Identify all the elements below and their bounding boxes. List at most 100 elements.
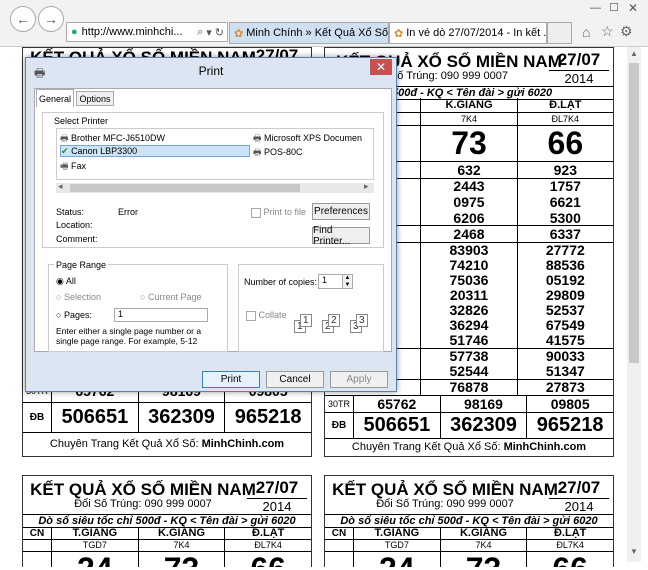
province-code: ĐL7K4 xyxy=(556,540,584,550)
printer-item-fax[interactable]: 🖷 Fax xyxy=(60,159,86,175)
hotline-number: 090 999 0007 xyxy=(144,498,212,510)
apply-button[interactable]: Apply xyxy=(330,371,388,388)
tab-options[interactable]: Options xyxy=(76,91,114,106)
preferences-button[interactable]: Preferences xyxy=(312,203,370,220)
prize-3-value: 51347 xyxy=(545,362,585,379)
tab-label: In vé dò 27/07/2014 - In kết ... xyxy=(406,27,547,39)
prize-6-value: 1757 xyxy=(549,177,581,194)
comment-label: Comment: xyxy=(56,234,98,244)
find-printer-button[interactable]: Find Printer... xyxy=(312,225,370,247)
prize-3-value: 57738 xyxy=(449,347,489,364)
close-icon[interactable]: ✕ xyxy=(370,59,392,75)
tab-in-ve-do[interactable]: ✿ In vé dò 27/07/2014 - In kết ... × xyxy=(389,22,547,44)
prize-8-value: 73 xyxy=(421,125,518,161)
checkbox-box xyxy=(251,207,261,218)
printer-name: Brother MFC-J6510DW xyxy=(71,133,166,143)
radio-all[interactable]: ◉ All xyxy=(56,276,76,287)
hscroll-thumb[interactable] xyxy=(70,184,300,192)
ticket-footer: Chuyên Trang Kết Quả Xổ Số: MinhChinh.co… xyxy=(325,441,613,453)
spin-down-icon[interactable]: ▼ xyxy=(345,282,351,288)
address-bar[interactable]: ● http://www.minhchi... ⌕ ▾ ↻ xyxy=(66,22,228,42)
jackpot-value: 362309 xyxy=(441,412,528,438)
minimize-icon[interactable]: — xyxy=(590,2,601,14)
location-label: Location: xyxy=(56,220,93,230)
browser-toolbar: ← → ● http://www.minhchi... ⌕ ▾ ↻ ✿ Minh… xyxy=(0,0,648,47)
footer-prefix: Chuyên Trang Kết Quả Xổ Số: xyxy=(351,441,501,453)
prize-6-value: 0975 xyxy=(453,193,485,210)
dialog-title: Print xyxy=(198,64,224,78)
radio-icon: ○ xyxy=(140,292,146,302)
province-header: K.GIANG xyxy=(421,98,518,112)
ticket-day: 27/07 xyxy=(549,50,609,71)
search-icon[interactable]: ⌕ xyxy=(197,26,203,39)
province-name: Đ.LẠT xyxy=(549,99,582,111)
province-code: ĐL7K4 xyxy=(254,540,282,550)
maximize-icon[interactable]: ☐ xyxy=(609,1,619,14)
print-button[interactable]: Print xyxy=(202,371,260,388)
status-value: Error xyxy=(118,207,138,217)
scrollbar-thumb[interactable] xyxy=(629,63,639,363)
tab-minhchinh[interactable]: ✿ Minh Chính » Kết Quả Xổ Số, T... xyxy=(229,22,389,44)
pages-input[interactable]: 1 xyxy=(114,308,208,322)
prize-3-value: 52544 xyxy=(449,362,489,379)
radio-label: Current Page xyxy=(147,292,202,302)
dropdown-icon[interactable]: ▾ xyxy=(206,26,212,39)
footer-site[interactable]: MinhChinh.com xyxy=(504,441,587,453)
jackpot-value: 362309 xyxy=(139,402,226,432)
prize-5-value: 2468 xyxy=(421,225,518,242)
favorites-star-icon[interactable]: ☆ xyxy=(601,23,614,40)
footer-prefix: Chuyên Trang Kết Quả Xổ Số: xyxy=(49,438,199,450)
home-icon[interactable]: ⌂ xyxy=(582,24,590,40)
collate-checkbox[interactable]: Collate xyxy=(246,310,287,321)
refresh-icon[interactable]: ↻ xyxy=(215,26,224,39)
cancel-button[interactable]: Cancel xyxy=(266,371,324,388)
prize-value: 65762 xyxy=(354,395,441,412)
jackpot-value: 506651 xyxy=(52,402,139,432)
printer-item-pos[interactable]: 🖶 POS-80C xyxy=(253,145,303,161)
scroll-up-icon[interactable]: ▲ xyxy=(630,49,638,58)
prize-8-value: 73 xyxy=(441,551,528,567)
settings-gear-icon[interactable]: ⚙ xyxy=(620,23,633,40)
province-code: TGD7 xyxy=(354,539,441,551)
prize-6-cell: 2443 0975 6206 xyxy=(421,177,518,226)
radio-pages[interactable]: ○ Pages: xyxy=(56,310,92,320)
checkbox-box xyxy=(246,310,256,321)
copies-label: Number of copies: xyxy=(244,277,318,287)
vertical-scrollbar[interactable]: ▲ ▼ xyxy=(627,47,641,562)
prize-6-value: 2443 xyxy=(453,177,485,194)
spin-up-icon[interactable]: ▲ xyxy=(345,275,351,281)
tab-general[interactable]: General xyxy=(36,89,74,107)
printer-icon: 🖶 xyxy=(60,133,69,143)
printer-list-hscrollbar[interactable]: ◂ ▸ xyxy=(56,181,374,193)
radio-label: Pages: xyxy=(63,310,92,320)
printer-item-canon-selected[interactable]: ✔ Canon LBP3300 xyxy=(60,145,250,157)
page-icon: ● xyxy=(71,26,78,38)
close-window-icon[interactable]: ✕ xyxy=(628,1,638,15)
footer-site[interactable]: MinhChinh.com xyxy=(202,438,285,450)
ticket-title: KẾT QUẢ XỔ SỐ MIỀN NAM xyxy=(332,480,558,499)
prize-4-value: 74210 xyxy=(449,256,489,273)
sms-note: Dò số siêu tốc chỉ 500đ - KQ < Tên đài >… xyxy=(23,514,311,528)
copies-spinner[interactable]: ▲ ▼ xyxy=(342,274,353,289)
ticket-day: 27/07 xyxy=(549,478,609,499)
province-code: ĐL7K4 xyxy=(551,113,580,124)
status-label: Status: xyxy=(56,207,85,217)
new-tab-button[interactable] xyxy=(547,22,572,44)
scroll-right-icon[interactable]: ▸ xyxy=(364,181,369,192)
back-button[interactable]: ← xyxy=(10,6,36,32)
scroll-left-icon[interactable]: ◂ xyxy=(58,181,63,192)
radio-selection[interactable]: ○ Selection xyxy=(56,292,101,302)
scroll-down-icon[interactable]: ▼ xyxy=(630,547,638,556)
printer-list[interactable]: 🖶 Brother MFC-J6510DW ✔ Canon LBP3300 🖷 … xyxy=(56,128,374,180)
back-arrow-icon: ← xyxy=(16,11,30,27)
prize-3-cell: 90033 51347 xyxy=(518,348,613,379)
radio-label: Selection xyxy=(63,292,101,302)
prize-8-value: 73 xyxy=(139,551,226,567)
collate-illustration-icon: 11 22 33 xyxy=(294,312,378,340)
prize-label: ĐB xyxy=(23,402,52,432)
print-to-file-checkbox[interactable]: Print to file xyxy=(251,207,306,218)
prize-4-value: 05192 xyxy=(545,271,585,288)
prize-4-value: 88536 xyxy=(545,256,585,273)
radio-current-page[interactable]: ○ Current Page xyxy=(140,292,201,302)
forward-button[interactable]: → xyxy=(38,6,64,32)
